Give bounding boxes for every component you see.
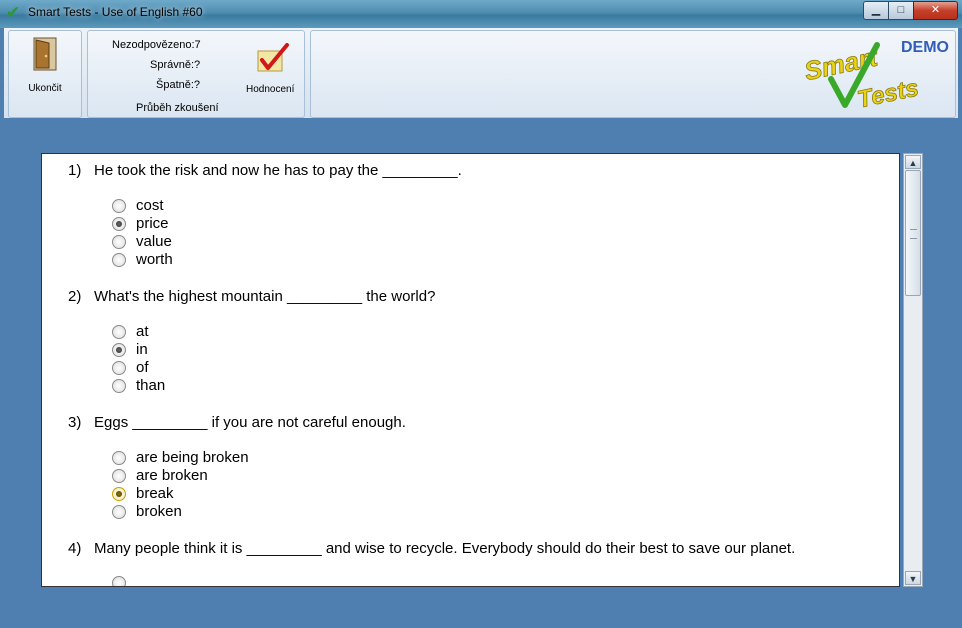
option-label: cost (136, 197, 164, 214)
vertical-scrollbar[interactable]: ▲ ▼ (903, 153, 923, 587)
radio-button[interactable] (112, 325, 126, 339)
radio-button[interactable] (112, 451, 126, 465)
test-content[interactable]: 1) He took the risk and now he has to pay… (41, 153, 900, 587)
grip-icon (910, 229, 917, 239)
question-1: 1) He took the risk and now he has to pay… (68, 162, 462, 179)
option-label: worth (136, 251, 173, 268)
question-2: 2) What's the highest mountain _________ … (68, 288, 435, 305)
option-label: price (136, 215, 169, 232)
option-label: break (136, 485, 174, 502)
title-bar: ✔ Smart Tests - Use of English #60 ▁ □ ✕ (0, 0, 962, 28)
wrong-count: Špatně:? (156, 79, 201, 91)
progress-label: Průběh zkoušení (136, 102, 219, 114)
question-text: He took the risk and now he has to pay t… (94, 162, 462, 179)
scroll-down-arrow-icon[interactable]: ▼ (905, 571, 921, 585)
exit-button[interactable]: Ukončit (8, 30, 82, 118)
option-label: are being broken (136, 449, 249, 466)
close-button[interactable]: ✕ (913, 1, 958, 20)
window-title: Smart Tests - Use of English #60 (28, 5, 203, 19)
radio-button-selected[interactable] (112, 487, 126, 501)
question-number: 1) (68, 162, 82, 179)
question-number: 2) (68, 288, 82, 305)
radio-button[interactable] (112, 576, 126, 586)
radio-button[interactable] (112, 235, 126, 249)
svg-text:Tests: Tests (855, 74, 921, 111)
radio-button[interactable] (112, 505, 126, 519)
option-label: are broken (136, 467, 208, 484)
radio-button-selected[interactable] (112, 343, 126, 357)
question-number: 4) (68, 540, 82, 557)
progress-panel: Nezodpovězeno:7 Správně:? Špatně:? Průbě… (87, 30, 305, 118)
radio-button[interactable] (112, 379, 126, 393)
app-check-icon: ✔ (6, 3, 21, 22)
scroll-up-arrow-icon[interactable]: ▲ (905, 155, 921, 169)
brand-panel: Smart Tests DEMO (310, 30, 956, 118)
radio-button-selected[interactable] (112, 217, 126, 231)
radio-button[interactable] (112, 361, 126, 375)
unanswered-count: Nezodpovězeno:7 (112, 39, 201, 51)
question-text: Eggs _________ if you are not careful en… (94, 414, 406, 431)
correct-count: Správně:? (150, 59, 201, 71)
evaluate-label[interactable]: Hodnocení (246, 84, 294, 95)
question-4: 4) Many people think it is _________ and … (68, 540, 795, 557)
option-label: than (136, 377, 166, 394)
question-number: 3) (68, 414, 82, 431)
toolbar: Ukončit Nezodpovězeno:7 Správně:? Špatně… (4, 28, 958, 118)
evaluate-check-icon[interactable] (256, 43, 290, 73)
radio-button[interactable] (112, 199, 126, 213)
option-label: value (136, 233, 172, 250)
radio-button[interactable] (112, 253, 126, 267)
option-label: broken (136, 503, 182, 520)
maximize-button[interactable]: □ (888, 1, 914, 20)
option-label: at (136, 323, 149, 340)
question-text: What's the highest mountain _________ th… (94, 288, 436, 305)
minimize-button[interactable]: ▁ (863, 1, 889, 20)
option-label: of (136, 359, 149, 376)
scroll-thumb[interactable] (905, 170, 921, 296)
question-3: 3) Eggs _________ if you are not careful … (68, 414, 406, 431)
radio-button[interactable] (112, 469, 126, 483)
question-text: Many people think it is _________ and wi… (94, 540, 796, 557)
demo-label: DEMO (901, 39, 949, 56)
door-icon (33, 37, 57, 71)
exit-label: Ukončit (28, 83, 62, 94)
option-label: in (136, 341, 148, 358)
